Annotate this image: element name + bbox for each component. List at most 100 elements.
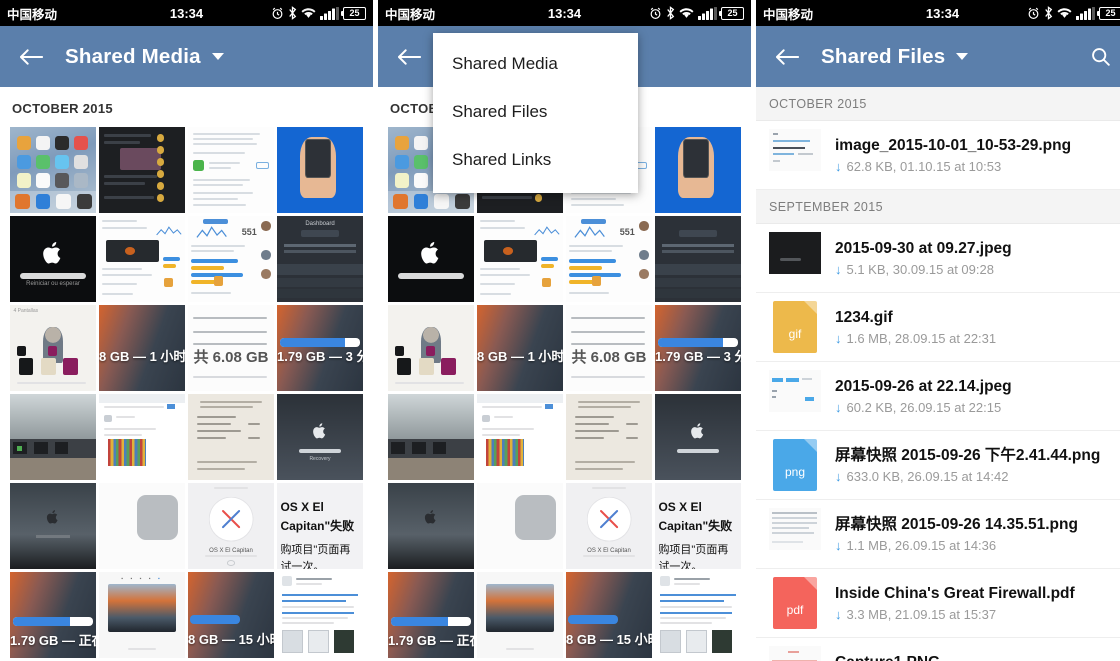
media-thumbnail[interactable]: 551 <box>566 216 652 302</box>
alert-line-2: 购项目"页面再试一次。 <box>280 543 351 569</box>
file-list-item[interactable]: 2015-09-30 at 09.27.jpeg ↓ 5.1 KB , 30.0… <box>756 224 1120 293</box>
download-icon: ↓ <box>835 607 842 623</box>
file-list-item[interactable]: pdf Inside China's Great Firewall.pdf ↓ … <box>756 569 1120 638</box>
media-thumbnail[interactable] <box>99 483 185 569</box>
alert-line-2: 购项目"页面再试一次。 <box>658 543 729 569</box>
file-subtitle: ↓ 1.6 MB , 28.09.15 at 22:31 <box>835 331 997 347</box>
status-icons: 25 <box>1027 6 1120 20</box>
document-preview-icon <box>769 129 821 171</box>
file-subtitle: ↓ 5.1 KB , 30.09.15 at 09:28 <box>835 262 994 278</box>
back-arrow-icon[interactable] <box>14 40 48 74</box>
media-thumbnail[interactable]: Dashboard <box>277 216 363 302</box>
file-thumbnail: pdf <box>769 577 821 629</box>
file-thumbnail <box>769 232 821 284</box>
alert-line-1: OS X El Capitan"失败 <box>280 500 355 534</box>
chevron-down-icon[interactable] <box>956 53 969 60</box>
media-thumbnail[interactable] <box>477 216 563 302</box>
media-thumbnail[interactable] <box>477 572 563 658</box>
media-thumbnail[interactable] <box>388 483 474 569</box>
shared-files-list: OCTOBER 2015 image_2015-10-01_10-53-29.p… <box>756 87 1120 661</box>
media-thumbnail[interactable]: 551 <box>188 216 274 302</box>
media-thumbnail[interactable]: ▪ ▪ ▪ ▪ ▪ <box>99 572 185 658</box>
file-list-item[interactable]: 屏幕快照 2015-09-26 14.35.51.png ↓ 1.1 MB , … <box>756 500 1120 569</box>
signal-icon <box>320 6 339 20</box>
file-extension-label: pdf <box>786 603 804 617</box>
media-thumbnail[interactable]: OS X El Capitan"失败 购项目"页面再试一次。 <box>655 483 741 569</box>
thumbnail-overlay-text: 1.79 GB — 正在计 <box>388 633 474 649</box>
download-icon: ↓ <box>835 331 842 347</box>
back-arrow-icon[interactable] <box>770 40 804 74</box>
media-thumbnail[interactable] <box>655 216 741 302</box>
elcapitan-caption: OS X El Capitan <box>587 548 631 555</box>
month-section-label: OCTOBER 2015 <box>0 87 373 127</box>
file-thumbnail: gif <box>769 301 821 353</box>
media-thumbnail[interactable] <box>277 572 363 658</box>
media-thumbnail[interactable] <box>10 127 96 213</box>
media-thumbnail[interactable]: Reiniciar ou esperar <box>10 216 96 302</box>
media-thumbnail[interactable]: OS X El Capitan <box>188 483 274 569</box>
file-name: 屏幕快照 2015-09-26 14.35.51.png <box>835 515 1078 533</box>
media-thumbnail[interactable] <box>655 394 741 480</box>
media-thumbnail[interactable] <box>655 572 741 658</box>
wifi-icon <box>301 7 316 19</box>
media-thumbnail[interactable] <box>277 127 363 213</box>
file-list-item[interactable]: 2015-09-26 at 22.14.jpeg ↓ 60.2 KB , 26.… <box>756 362 1120 431</box>
file-subtitle: ↓ 633.0 KB , 26.09.15 at 14:42 <box>835 469 1009 485</box>
media-thumbnail[interactable] <box>99 216 185 302</box>
file-extension-label: png <box>784 465 806 479</box>
file-list-item[interactable]: Capture1.PNG ↓ 19.2 KB , 17.09.15 at 17:… <box>756 638 1120 661</box>
media-thumbnail[interactable]: 共 6.08 GB <box>566 305 652 391</box>
media-thumbnail[interactable] <box>99 394 185 480</box>
file-details: Inside China's Great Firewall.pdf ↓ 3.3 … <box>835 584 1116 623</box>
media-thumbnail[interactable]: 8 GB — 15 小时 34 <box>188 572 274 658</box>
media-thumbnail[interactable] <box>99 127 185 213</box>
file-list-item[interactable]: gif 1234.gif ↓ 1.6 MB , 28.09.15 at 22:3… <box>756 293 1120 362</box>
back-arrow-icon[interactable] <box>392 40 426 74</box>
menu-item-shared-files[interactable]: Shared Files <box>433 88 638 136</box>
file-thumbnail: png <box>769 439 821 491</box>
media-thumbnail[interactable]: 共 6.08 GB <box>188 305 274 391</box>
file-subtitle: ↓ 62.8 KB , 01.10.15 at 10:53 <box>835 159 1002 175</box>
file-list-item[interactable]: png 屏幕快照 2015-09-26 下午2.41.44.png ↓ 633.… <box>756 431 1120 500</box>
media-thumbnail[interactable]: OS X El Capitan <box>566 483 652 569</box>
menu-item-shared-links[interactable]: Shared Links <box>433 136 638 184</box>
media-thumbnail[interactable]: 1.79 GB — 正在计 <box>10 572 96 658</box>
media-thumbnail[interactable] <box>188 394 274 480</box>
shared-content-dropdown-menu[interactable]: Shared Media Shared Files Shared Links <box>433 33 638 193</box>
media-thumbnail[interactable] <box>477 394 563 480</box>
media-thumbnail[interactable]: 1.79 GB — 正在计 <box>388 572 474 658</box>
media-thumbnail[interactable] <box>566 394 652 480</box>
media-thumbnail[interactable] <box>655 127 741 213</box>
media-thumbnail[interactable]: OS X El Capitan"失败 购项目"页面再试一次。 <box>277 483 363 569</box>
media-thumbnail[interactable]: 8 GB — 15 小时 34 <box>566 572 652 658</box>
page-title: Shared Files <box>821 44 946 68</box>
battery-level-label: 25 <box>1105 8 1116 18</box>
media-thumbnail[interactable]: 1.79 GB — 3 分钟 <box>655 305 741 391</box>
file-extension-label: gif <box>788 327 802 341</box>
download-icon: ↓ <box>835 262 842 278</box>
search-icon[interactable] <box>1085 42 1115 72</box>
media-thumbnail[interactable]: 1.79 GB — 3 分钟 <box>277 305 363 391</box>
media-thumbnail[interactable] <box>388 305 474 391</box>
battery-level-label: 25 <box>727 8 738 18</box>
media-thumbnail[interactable] <box>188 127 274 213</box>
file-details: 1234.gif ↓ 1.6 MB , 28.09.15 at 22:31 <box>835 308 1116 347</box>
signal-icon <box>698 6 717 20</box>
media-thumbnail[interactable] <box>10 394 96 480</box>
media-thumbnail[interactable] <box>388 216 474 302</box>
menu-item-shared-media[interactable]: Shared Media <box>433 40 638 88</box>
file-list-item[interactable]: image_2015-10-01_10-53-29.png ↓ 62.8 KB … <box>756 121 1120 190</box>
thumbnail-overlay-text: 共 6.08 GB <box>193 349 269 367</box>
media-thumbnail[interactable]: 8 GB — 1 小时 <box>477 305 563 391</box>
wifi-icon <box>679 7 694 19</box>
media-thumbnail[interactable]: 8 GB — 1 小时 <box>99 305 185 391</box>
file-name: Capture1.PNG <box>835 653 1116 661</box>
media-thumbnail[interactable]: 4 Pantallas <box>10 305 96 391</box>
download-icon: ↓ <box>835 400 842 416</box>
media-thumbnail[interactable]: Recovery <box>277 394 363 480</box>
file-name: 2015-09-26 at 22.14.jpeg <box>835 377 1012 395</box>
media-thumbnail[interactable] <box>388 394 474 480</box>
media-thumbnail[interactable] <box>10 483 96 569</box>
media-thumbnail[interactable] <box>477 483 563 569</box>
chevron-down-icon[interactable] <box>211 53 224 60</box>
